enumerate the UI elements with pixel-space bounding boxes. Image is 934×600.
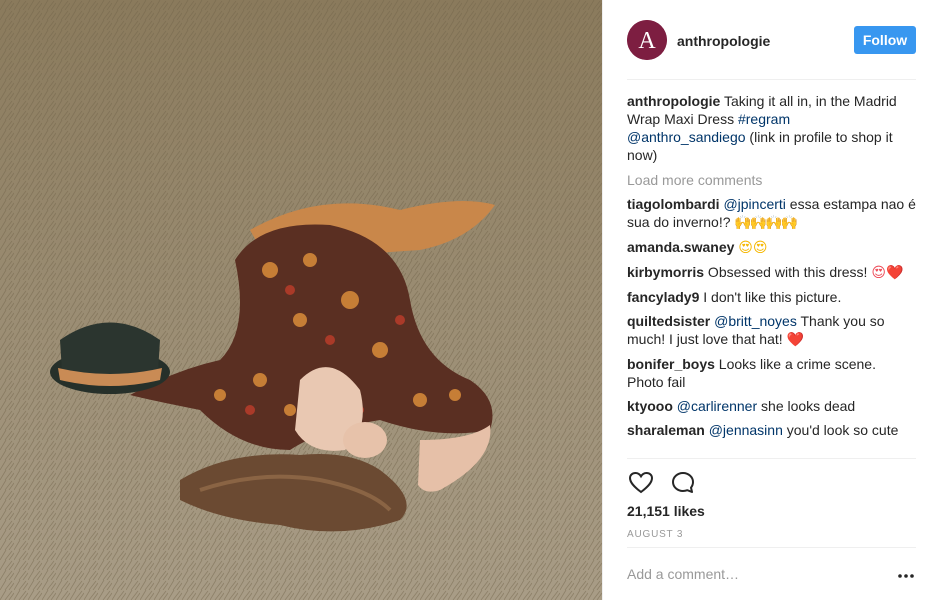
comments-list[interactable]: anthropologie Taking it all in, in the M… bbox=[627, 92, 916, 458]
comment-bubble-icon[interactable] bbox=[669, 469, 697, 497]
post-caption: anthropologie Taking it all in, in the M… bbox=[627, 92, 916, 164]
add-comment-input[interactable] bbox=[627, 566, 877, 582]
likes-count[interactable]: 21,151 likes bbox=[627, 503, 705, 519]
anthropologie-logo-icon: A bbox=[627, 20, 667, 60]
comment-username[interactable]: fancylady9 bbox=[627, 289, 699, 305]
post-photo[interactable] bbox=[0, 0, 602, 600]
avatar-letter: A bbox=[638, 28, 656, 54]
comment-item: fancylady9 I don't like this picture. bbox=[627, 288, 916, 306]
comment-item: kirbymorris Obsessed with this dress! 😍❤… bbox=[627, 263, 916, 282]
post-date[interactable]: AUGUST 3 bbox=[627, 529, 683, 540]
add-comment-section bbox=[627, 547, 916, 600]
comment-username[interactable]: kirbymorris bbox=[627, 264, 704, 280]
comment-username[interactable]: quiltedsister bbox=[627, 313, 710, 329]
avatar[interactable]: A bbox=[627, 20, 667, 60]
heart-emoji-icon: ❤️ bbox=[786, 332, 804, 348]
caption-mention[interactable]: @anthro_sandiego bbox=[627, 129, 746, 145]
raised-hands-icon: 🙌🙌🙌🙌 bbox=[734, 215, 798, 231]
comment-username[interactable]: ktyooo bbox=[627, 398, 673, 414]
heart-eyes-icon: 😍😍 bbox=[738, 240, 768, 256]
post-actions: 21,151 likes AUGUST 3 bbox=[627, 458, 916, 548]
comment-item: amanda.swaney 😍😍 bbox=[627, 238, 916, 257]
comment-mention[interactable]: @jennasinn bbox=[709, 422, 783, 438]
post-sidebar: A anthropologie Follow anthropologie Tak… bbox=[602, 0, 934, 600]
photo-image bbox=[0, 0, 602, 600]
comment-username[interactable]: tiagolombardi bbox=[627, 196, 720, 212]
comment-mention[interactable]: @jpincerti bbox=[723, 196, 785, 212]
heart-emoji-icon: 😍❤️ bbox=[871, 265, 904, 281]
comment-item: bonifer_boys Looks like a crime scene. P… bbox=[627, 355, 916, 391]
comment-text: she looks dead bbox=[757, 398, 856, 414]
caption-hashtag[interactable]: #regram bbox=[738, 111, 790, 127]
caption-username[interactable]: anthropologie bbox=[627, 93, 720, 109]
follow-button[interactable]: Follow bbox=[854, 26, 916, 54]
comment-item: quiltedsister @britt_noyes Thank you so … bbox=[627, 312, 916, 349]
load-more-comments[interactable]: Load more comments bbox=[627, 170, 916, 190]
comment-text: Obsessed with this dress! bbox=[704, 264, 872, 280]
comment-username[interactable]: sharaleman bbox=[627, 422, 705, 438]
header-username[interactable]: anthropologie bbox=[677, 33, 770, 49]
post-header: A anthropologie Follow bbox=[627, 20, 916, 80]
action-bar bbox=[627, 469, 707, 497]
more-options-icon[interactable] bbox=[896, 566, 916, 586]
comment-username[interactable]: amanda.swaney bbox=[627, 239, 734, 255]
comment-mention[interactable]: @carlirenner bbox=[677, 398, 757, 414]
comment-item: ktyooo @carlirenner she looks dead bbox=[627, 397, 916, 415]
comment-text: you'd look so cute bbox=[782, 422, 899, 438]
comment-item: tiagolombardi @jpincerti essa estampa na… bbox=[627, 195, 916, 232]
comment-item: sharaleman @jennasinn you'd look so cute bbox=[627, 421, 916, 439]
comment-username[interactable]: bonifer_boys bbox=[627, 356, 715, 372]
comment-mention[interactable]: @britt_noyes bbox=[714, 313, 797, 329]
comment-text: I don't like this picture. bbox=[699, 289, 842, 305]
heart-icon[interactable] bbox=[627, 469, 655, 497]
